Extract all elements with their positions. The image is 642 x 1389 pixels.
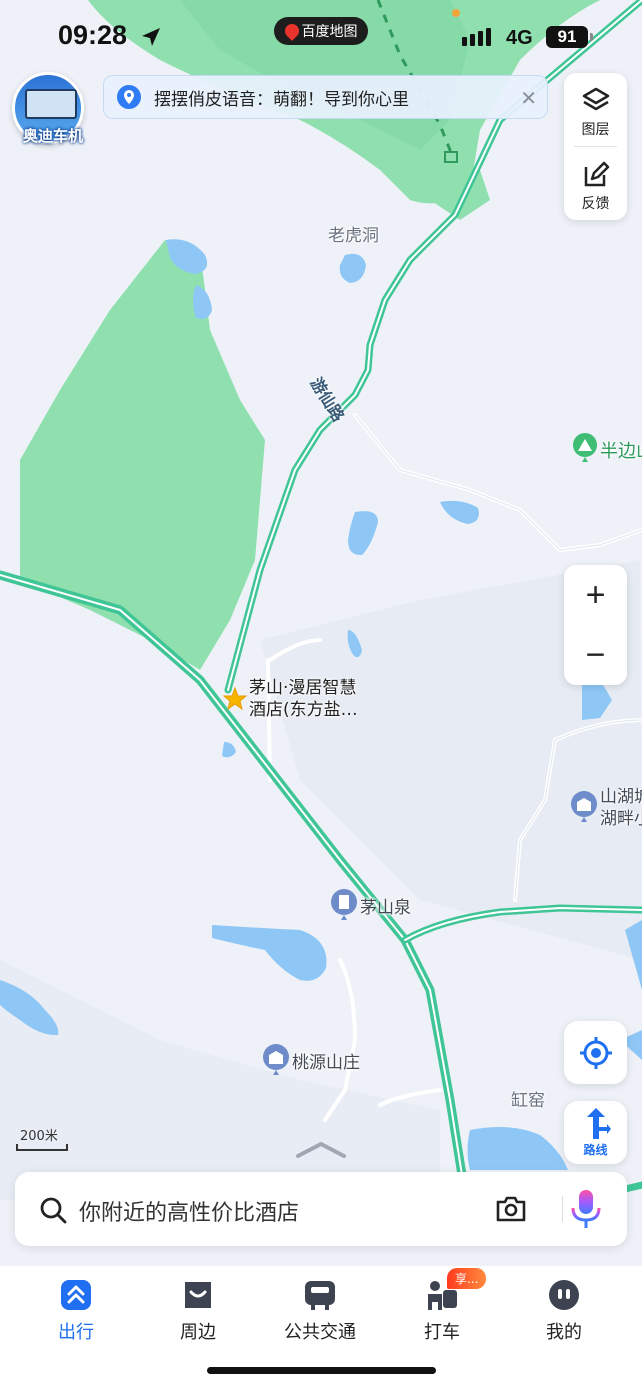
tab-mine[interactable]: 我的 <box>509 1278 619 1344</box>
tab-nearby-label: 周边 <box>180 1322 216 1343</box>
status-bar: 09:28 百度地图 4G 91 <box>0 0 642 70</box>
tab-transit[interactable]: 公共交通 <box>265 1278 375 1344</box>
profile-icon <box>549 1280 579 1310</box>
status-time: 09:28 <box>58 20 128 50</box>
microphone-icon[interactable] <box>569 1188 603 1230</box>
tab-taxi[interactable]: 享... 打车 <box>387 1268 497 1344</box>
taoyuan-poi[interactable] <box>262 1043 290 1081</box>
search-bar[interactable]: 你附近的高性价比酒店 <box>15 1172 627 1246</box>
map-toolbox: 图层 反馈 <box>564 73 627 220</box>
place-label-laohudong[interactable]: 老虎洞 <box>328 221 379 246</box>
edit-icon <box>584 161 609 187</box>
network-type: 4G <box>506 27 533 49</box>
taxi-promo-badge: 享... <box>447 1268 487 1289</box>
building-poi-icon <box>331 889 357 920</box>
search-divider <box>562 1196 563 1222</box>
layers-icon <box>582 87 609 111</box>
building-poi-icon <box>263 1044 289 1075</box>
search-input[interactable]: 你附近的高性价比酒店 <box>79 1195 299 1227</box>
scale-text: 200米 <box>20 1129 58 1144</box>
zoom-out-button[interactable]: − <box>564 625 627 685</box>
drawer-handle-icon[interactable] <box>296 1140 346 1160</box>
crosshair-icon <box>579 1036 612 1069</box>
location-arrow-icon <box>142 28 160 46</box>
place-label-taoyuan[interactable]: 桃源山庄 <box>292 1048 360 1073</box>
audi-promo-label: 奥迪车机 <box>22 127 83 145</box>
baidu-map-pin-icon <box>281 21 302 41</box>
building-poi-icon <box>571 791 597 822</box>
tab-nearby[interactable]: 周边 <box>143 1278 253 1344</box>
hotel-star-marker[interactable] <box>222 686 248 716</box>
tab-mine-label: 我的 <box>546 1322 582 1343</box>
app-name: 百度地图 <box>301 24 358 40</box>
tab-taxi-label: 打车 <box>424 1322 460 1343</box>
banbian-poi[interactable] <box>572 432 598 468</box>
layers-label: 图层 <box>581 122 610 138</box>
home-indicator <box>207 1367 436 1374</box>
travel-icon <box>61 1280 91 1310</box>
hotel-label-line1: 茅山·漫居智慧 <box>249 678 357 698</box>
bus-icon <box>305 1281 335 1310</box>
map-scale: 200米 <box>16 1125 68 1151</box>
place-label-shanhu[interactable]: 山湖城 湖畔小 <box>600 786 642 830</box>
shanhu-poi[interactable] <box>570 790 598 828</box>
location-pin-icon <box>117 85 141 109</box>
hotel-label-line2: 酒店(东方盐… <box>249 700 358 720</box>
place-label-maoshanquan[interactable]: 茅山泉 <box>360 893 411 918</box>
place-label-gangyao[interactable]: 缸窑 <box>511 1086 545 1111</box>
battery-indicator: 91 <box>546 26 593 48</box>
feedback-button[interactable]: 反馈 <box>564 161 627 213</box>
zoom-in-button[interactable]: + <box>564 565 627 625</box>
car-screen-icon <box>25 89 77 119</box>
place-label-banbian[interactable]: 半边山 <box>600 437 642 463</box>
close-icon[interactable]: ✕ <box>520 86 537 110</box>
nearby-bag-icon <box>185 1282 211 1308</box>
route-label: 路线 <box>583 1143 608 1157</box>
camera-icon[interactable] <box>495 1194 527 1224</box>
feedback-label: 反馈 <box>581 196 610 212</box>
shanhu-line2: 湖畔小 <box>600 809 642 829</box>
signal-icon <box>462 28 491 46</box>
audi-promo-button[interactable]: 奥迪车机 <box>12 72 84 145</box>
locate-button[interactable] <box>564 1021 627 1084</box>
tab-travel-label: 出行 <box>58 1322 94 1343</box>
scale-bar <box>16 1144 68 1151</box>
banner-text: 摆摆俏皮语音：萌翻！导到你心里 <box>154 89 409 110</box>
layers-button[interactable]: 图层 <box>564 85 627 139</box>
route-button[interactable]: 路线 <box>564 1101 627 1164</box>
toolbox-divider <box>574 146 617 147</box>
star-icon <box>222 686 248 711</box>
zoom-controls: + − <box>564 565 627 685</box>
app-indicator: 百度地图 <box>274 17 368 45</box>
voice-promo-banner[interactable]: 摆摆俏皮语音：萌翻！导到你心里 ✕ <box>103 75 548 119</box>
search-icon <box>40 1197 67 1224</box>
mountain-poi-icon <box>573 433 597 462</box>
tab-transit-label: 公共交通 <box>284 1322 356 1343</box>
shanhu-line1: 山湖城 <box>600 787 642 807</box>
tab-travel[interactable]: 出行 <box>21 1278 131 1344</box>
maoshanquan-poi[interactable] <box>330 888 358 926</box>
hotel-label[interactable]: 茅山·漫居智慧 酒店(东方盐… <box>249 677 358 721</box>
route-arrow-icon <box>586 1108 611 1139</box>
